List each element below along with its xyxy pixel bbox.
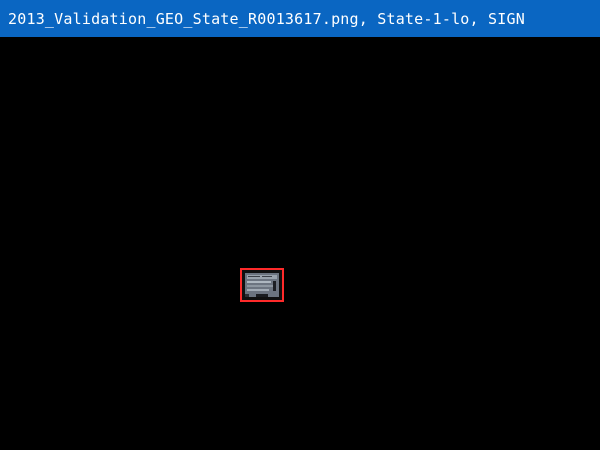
title-bar: 2013_Validation_GEO_State_R0013617.png, … [0,0,600,37]
sign-thumbnail-icon [242,270,282,300]
image-canvas [0,37,600,450]
sign-bounding-box[interactable] [240,268,284,302]
image-viewer-window: 2013_Validation_GEO_State_R0013617.png, … [0,0,600,450]
window-title: 2013_Validation_GEO_State_R0013617.png, … [8,9,525,28]
